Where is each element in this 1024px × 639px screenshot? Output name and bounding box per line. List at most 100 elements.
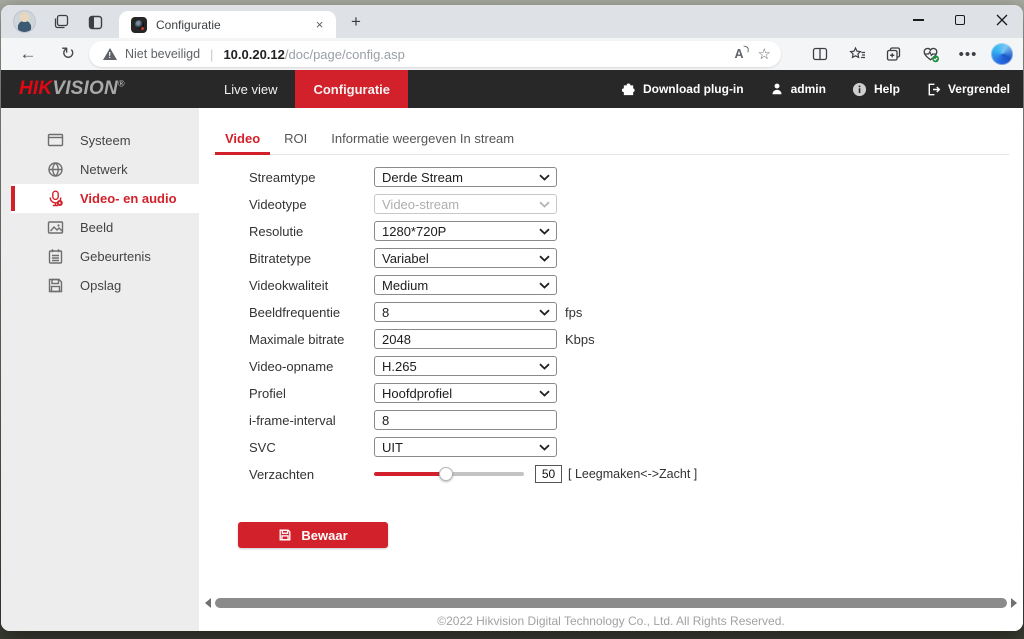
scroll-left-arrow-icon[interactable]	[205, 598, 211, 608]
resolutie-select[interactable]: 1280*720P	[374, 221, 557, 241]
slider-thumb[interactable]	[439, 467, 453, 481]
chevron-down-icon	[539, 390, 550, 397]
browser-tab-configuratie[interactable]: Configuratie ×	[119, 11, 336, 38]
favorites-icon[interactable]	[843, 41, 871, 67]
help-link[interactable]: Help	[852, 82, 900, 97]
sidebar-item-netwerk[interactable]: Netwerk	[11, 155, 199, 184]
svc-select[interactable]: UIT	[374, 437, 557, 457]
chevron-down-icon	[539, 282, 550, 289]
nav-live-view[interactable]: Live view	[206, 70, 295, 108]
main-nav: Live view Configuratie	[206, 70, 408, 108]
verzachten-slider[interactable]	[374, 467, 524, 481]
tab-informatie-weergeven[interactable]: Informatie weergeven In stream	[331, 122, 514, 154]
tab-video[interactable]: Video	[225, 122, 260, 154]
tab-close-icon[interactable]: ×	[311, 16, 328, 33]
field-label: Profiel	[249, 386, 374, 401]
window-maximize-button[interactable]	[939, 5, 981, 35]
chevron-down-icon	[539, 444, 550, 451]
minimize-icon	[913, 19, 924, 20]
nav-configuratie[interactable]: Configuratie	[295, 70, 408, 108]
form-row: Bitratetype Variabel	[199, 248, 697, 268]
beeldfrequentie-select[interactable]: 8	[374, 302, 557, 322]
field-label: Videokwaliteit	[249, 278, 374, 293]
form-row: Videokwaliteit Medium	[199, 275, 697, 295]
form-row: Resolutie 1280*720P	[199, 221, 697, 241]
save-button[interactable]: Bewaar	[238, 522, 388, 548]
scroll-right-arrow-icon[interactable]	[1011, 598, 1017, 608]
download-plugin-link[interactable]: Download plug-in	[621, 82, 744, 97]
system-window-icon	[47, 132, 64, 149]
field-label: Beeldfrequentie	[249, 305, 374, 320]
network-globe-icon	[47, 161, 64, 178]
back-icon[interactable]: ←	[15, 41, 41, 67]
profile-avatar[interactable]	[13, 10, 36, 33]
image-icon	[47, 219, 64, 236]
form-row: i-frame-interval	[199, 410, 697, 430]
chevron-down-icon	[539, 363, 550, 370]
profiel-select[interactable]: Hoofdprofiel	[374, 383, 557, 403]
field-label: i-frame-interval	[249, 413, 374, 428]
chevron-down-icon	[539, 174, 550, 181]
workspaces-icon[interactable]	[51, 12, 71, 32]
security-label[interactable]: Niet beveiligd	[125, 47, 200, 61]
tab-title: Configuratie	[156, 18, 311, 32]
camera-favicon	[131, 17, 147, 33]
collections-icon[interactable]	[880, 41, 908, 67]
form-row: Streamtype Derde Stream	[199, 167, 697, 187]
i-frame-interval-input[interactable]	[374, 410, 557, 430]
window-minimize-button[interactable]	[897, 5, 939, 35]
horizontal-scrollbar[interactable]	[205, 597, 1017, 609]
field-label: Verzachten	[249, 467, 374, 482]
save-disk-icon	[278, 528, 292, 542]
sidebar-item-systeem[interactable]: Systeem	[11, 126, 199, 155]
slider-hint-label: [ Leegmaken<->Zacht ]	[568, 467, 697, 481]
not-secure-warning-icon: !	[103, 48, 117, 60]
field-label: Bitratetype	[249, 251, 374, 266]
refresh-icon[interactable]: ↻	[55, 41, 81, 67]
videokwaliteit-select[interactable]: Medium	[374, 275, 557, 295]
streamtype-select[interactable]: Derde Stream	[374, 167, 557, 187]
video-settings-form: Streamtype Derde Stream Videotype Video-…	[199, 167, 697, 491]
config-page: Systeem Netwerk Video- en audio Beel	[1, 108, 1023, 631]
bitratetype-select[interactable]: Variabel	[374, 248, 557, 268]
field-label: SVC	[249, 440, 374, 455]
favorite-star-icon[interactable]: ☆	[758, 45, 771, 63]
admin-user[interactable]: admin	[770, 82, 826, 96]
chevron-down-icon	[539, 228, 550, 235]
fps-unit-label: fps	[565, 305, 582, 320]
chevron-down-icon	[539, 309, 550, 316]
read-aloud-icon[interactable]: A	[735, 47, 744, 61]
form-row: Beeldfrequentie 8 fps	[199, 302, 697, 322]
video-opname-select[interactable]: H.265	[374, 356, 557, 376]
copyright-text: ©2022 Hikvision Digital Technology Co., …	[199, 614, 1023, 628]
storage-disk-icon	[47, 277, 64, 294]
split-screen-icon[interactable]	[806, 41, 834, 67]
window-close-button[interactable]	[981, 5, 1023, 35]
sidebar-item-gebeurtenis[interactable]: Gebeurtenis	[11, 242, 199, 271]
address-bar[interactable]: ! Niet beveiligd | 10.0.20.12/doc/page/c…	[89, 41, 781, 67]
field-label: Video-opname	[249, 359, 374, 374]
tab-actions-icon[interactable]	[85, 12, 105, 32]
maximale-bitrate-input[interactable]	[374, 329, 557, 349]
scrollbar-thumb[interactable]	[215, 598, 1007, 608]
plugin-puzzle-icon	[621, 82, 636, 97]
hikvision-logo: HIKVISION®	[19, 78, 125, 100]
sidebar-item-opslag[interactable]: Opslag	[11, 271, 199, 300]
sidebar-item-video-en-audio[interactable]: Video- en audio	[11, 184, 199, 213]
url-divider: |	[210, 47, 213, 62]
form-row: Verzachten 50 [ Leegmaken<->Zacht ]	[199, 464, 697, 484]
main-panel: Video ROI Informatie weergeven In stream…	[199, 108, 1023, 631]
more-menu-icon[interactable]: •••	[954, 41, 982, 67]
form-row: Videotype Video-stream	[199, 194, 697, 214]
verzachten-value-box: 50	[535, 465, 562, 483]
lock-logout-link[interactable]: Vergrendel	[926, 82, 1010, 97]
browser-essentials-icon[interactable]	[917, 41, 945, 67]
sidebar-item-beeld[interactable]: Beeld	[11, 213, 199, 242]
url-text[interactable]: 10.0.20.12/doc/page/config.asp	[223, 47, 404, 62]
copilot-icon[interactable]	[991, 43, 1013, 65]
form-row: SVC UIT	[199, 437, 697, 457]
tab-roi[interactable]: ROI	[284, 122, 307, 154]
new-tab-button[interactable]: +	[346, 12, 366, 32]
browser-toolbar: ← ↻ ! Niet beveiligd | 10.0.20.12/doc/pa…	[1, 38, 1023, 70]
field-label: Videotype	[249, 197, 374, 212]
